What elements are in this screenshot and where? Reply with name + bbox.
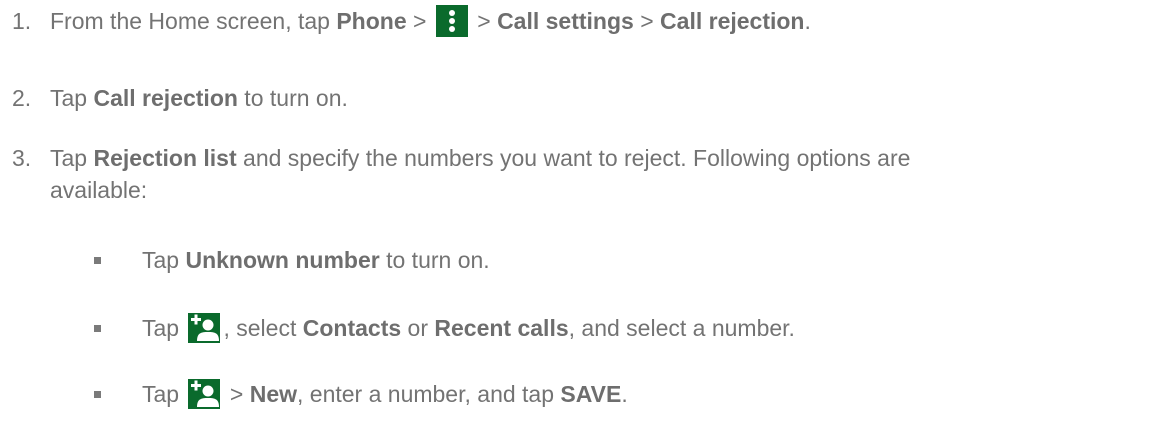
step-number: 2. (12, 85, 32, 111)
contacts-label: Contacts (302, 315, 402, 341)
unknown-number-label: Unknown number (185, 247, 380, 273)
rejection-list-label: Rejection list (93, 145, 237, 171)
call-settings-label: Call settings (497, 8, 634, 35)
bullet-text: Tap , select Contacts or Recent calls, a… (142, 312, 795, 345)
save-label: SAVE (560, 381, 622, 407)
bullet-marker (94, 246, 101, 274)
step-text: Tap Call rejection to turn on. (50, 85, 348, 111)
new-label: New (249, 381, 297, 407)
step-text: From the Home screen, tap Phone > > Call… (50, 5, 811, 39)
phone-label: Phone (336, 8, 407, 35)
bullet-marker (94, 380, 101, 408)
more-vert-icon (435, 5, 468, 37)
call-rejection-label: Call rejection (93, 85, 238, 111)
bullet-marker (94, 314, 101, 342)
bullet-text: Tap > New, enter a number, and tap SAVE. (142, 378, 628, 411)
step-number: 1. (12, 8, 32, 34)
add-contact-icon (188, 312, 221, 343)
recent-calls-label: Recent calls (434, 315, 569, 341)
step-text: Tap Rejection list and specify the numbe… (50, 145, 911, 171)
step-text: available: (50, 177, 148, 203)
instructions-document: 1. From the Home screen, tap Phone > > C… (0, 0, 1165, 423)
step-number: 3. (12, 145, 32, 171)
call-rejection-label: Call rejection (660, 8, 805, 35)
bullet-text: Tap Unknown number to turn on. (142, 247, 490, 273)
add-contact-icon (188, 378, 221, 409)
